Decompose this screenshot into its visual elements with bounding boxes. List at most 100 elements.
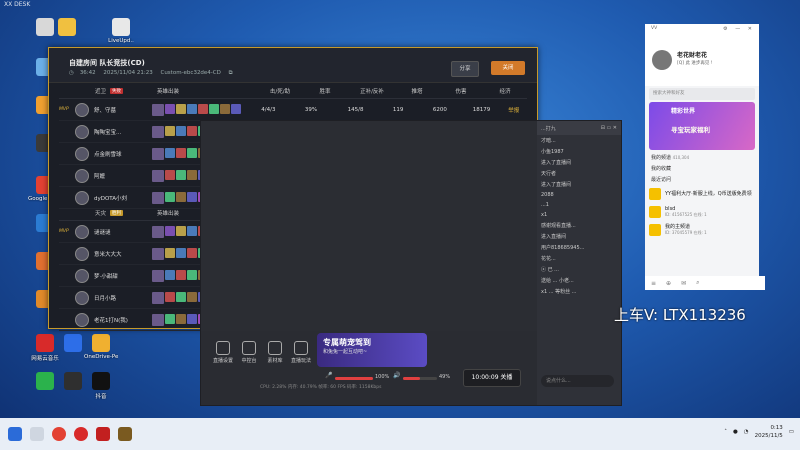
desktop-icon[interactable]: LiveUpd..	[104, 18, 138, 44]
table-row[interactable]: MVP 舒、守墓 4/4/3 39% 145/8 119 6200 18179 举报	[59, 99, 527, 121]
item-icon[interactable]	[197, 103, 208, 114]
menu-icon[interactable]: ≡	[651, 280, 656, 287]
hero-portrait-icon[interactable]	[151, 147, 164, 160]
item-icon[interactable]	[186, 169, 197, 180]
app-icon[interactable]	[96, 427, 110, 441]
avatar[interactable]	[75, 146, 89, 161]
item-icon[interactable]	[208, 103, 219, 114]
item-icon[interactable]	[175, 191, 186, 202]
avatar[interactable]	[652, 50, 672, 70]
list-item[interactable]: 我的主频道 ID: 37045579 在线: 1	[645, 221, 759, 239]
avatar[interactable]	[75, 124, 89, 139]
item-icon[interactable]	[186, 269, 197, 280]
desktop-icon[interactable]: 抖音	[84, 372, 118, 400]
item-icon[interactable]	[164, 191, 175, 202]
hero-portrait-icon[interactable]	[151, 247, 164, 260]
list-item[interactable]: blsd ID: 41567525 在线: 1	[645, 203, 759, 221]
avatar[interactable]	[75, 312, 89, 327]
player-name[interactable]: 谜谜谜	[94, 228, 111, 236]
hero-portrait-icon[interactable]	[151, 169, 164, 182]
item-icon[interactable]	[175, 269, 186, 280]
speaker-icon[interactable]: 🔊	[393, 372, 400, 379]
start-icon[interactable]	[8, 427, 22, 441]
search-input[interactable]: 搜索大神和好友	[649, 88, 755, 100]
item-icon[interactable]	[186, 291, 197, 302]
report-button[interactable]: 举报	[500, 106, 527, 114]
chat-input[interactable]: 说点什么...	[541, 375, 614, 387]
item-icon[interactable]	[186, 191, 197, 202]
desktop-icon[interactable]	[50, 18, 84, 38]
player-name[interactable]: 舒、守墓	[94, 106, 116, 114]
player-name[interactable]: 梦·小甜甜	[94, 272, 118, 280]
tool-material-library[interactable]: 素材库	[263, 341, 287, 364]
player-name[interactable]: dyDOTA小刘	[94, 194, 127, 202]
close-button[interactable]: 关闭	[491, 61, 525, 75]
share-button[interactable]: 分享	[451, 61, 479, 77]
window-controls[interactable]: ⊟ ▭ ✕	[601, 125, 617, 131]
item-icon[interactable]	[186, 225, 197, 236]
item-icon[interactable]	[175, 169, 186, 180]
avatar[interactable]	[75, 190, 89, 205]
hero-portrait-icon[interactable]	[151, 125, 164, 138]
plus-icon[interactable]: ⊕	[666, 280, 671, 287]
window-controls[interactable]: ⚙ — ✕	[723, 26, 755, 32]
mic-slider[interactable]	[335, 377, 373, 380]
hero-portrait-icon[interactable]	[151, 313, 164, 326]
item-icon[interactable]	[164, 291, 175, 302]
clock[interactable]: 0:13 2025/11/5	[755, 424, 783, 440]
player-name[interactable]: 点金刷雪球	[94, 150, 122, 158]
item-icon[interactable]	[186, 103, 197, 114]
item-icon[interactable]	[186, 125, 197, 136]
item-icon[interactable]	[186, 247, 197, 258]
hero-portrait-icon[interactable]	[151, 191, 164, 204]
volume-slider[interactable]	[403, 377, 437, 380]
im-banner[interactable]: 精彩世界 寻宝玩家福利	[649, 102, 755, 150]
avatar[interactable]	[75, 268, 89, 283]
item-icon[interactable]	[175, 291, 186, 302]
tool-stream-settings[interactable]: 直播设置	[211, 341, 235, 364]
wifi-icon[interactable]: ◔	[744, 429, 749, 435]
section-favorites[interactable]: 我的收藏	[645, 163, 759, 174]
tool-stream-play[interactable]: 直播玩法	[289, 341, 313, 364]
music-icon[interactable]	[74, 427, 88, 441]
mic-icon[interactable]: 🎤	[325, 372, 332, 379]
player-name[interactable]: 老花1打N(我)	[94, 316, 128, 324]
item-icon[interactable]	[164, 103, 175, 114]
promo-banner[interactable]: 专属萌宠驾到 和兔兔一起互动吧~	[317, 333, 427, 367]
chevron-up-icon[interactable]: ˄	[724, 429, 727, 435]
hero-portrait-icon[interactable]	[151, 269, 164, 282]
message-icon[interactable]: ✉	[681, 280, 686, 287]
item-icon[interactable]	[164, 147, 175, 158]
item-icon[interactable]	[186, 147, 197, 158]
dota-icon[interactable]	[118, 427, 132, 441]
notification-icon[interactable]: ▭	[789, 429, 794, 435]
search-icon[interactable]	[30, 427, 44, 441]
hero-portrait-icon[interactable]	[151, 291, 164, 304]
hero-portrait-icon[interactable]	[151, 103, 164, 116]
item-icon[interactable]	[175, 225, 186, 236]
chrome-icon[interactable]	[52, 427, 66, 441]
player-name[interactable]: 意米大大大	[94, 250, 122, 258]
app-tray-icon[interactable]: ●	[733, 429, 738, 435]
avatar[interactable]	[75, 246, 89, 261]
section-recent[interactable]: 最近访问	[645, 174, 759, 185]
item-icon[interactable]	[175, 103, 186, 114]
item-icon[interactable]	[164, 247, 175, 258]
item-icon[interactable]	[164, 169, 175, 180]
list-item[interactable]: YY福利大厅·新服上线，Q币送版免费领	[645, 185, 759, 203]
item-icon[interactable]	[164, 225, 175, 236]
player-name[interactable]: 陶陶宝宝...	[94, 128, 121, 136]
item-icon[interactable]	[175, 147, 186, 158]
item-icon[interactable]	[230, 103, 241, 114]
hero-portrait-icon[interactable]	[151, 225, 164, 238]
item-icon[interactable]	[175, 125, 186, 136]
item-icon[interactable]	[186, 313, 197, 324]
avatar[interactable]	[75, 168, 89, 183]
item-icon[interactable]	[164, 313, 175, 324]
player-name[interactable]: 日月小路	[94, 294, 116, 302]
player-name[interactable]: 阿嬷	[94, 172, 105, 180]
desktop-icon[interactable]: OneDrive-Pe...	[84, 334, 118, 360]
avatar[interactable]	[75, 290, 89, 305]
tool-control-center[interactable]: 中控台	[237, 341, 261, 364]
item-icon[interactable]	[164, 269, 175, 280]
